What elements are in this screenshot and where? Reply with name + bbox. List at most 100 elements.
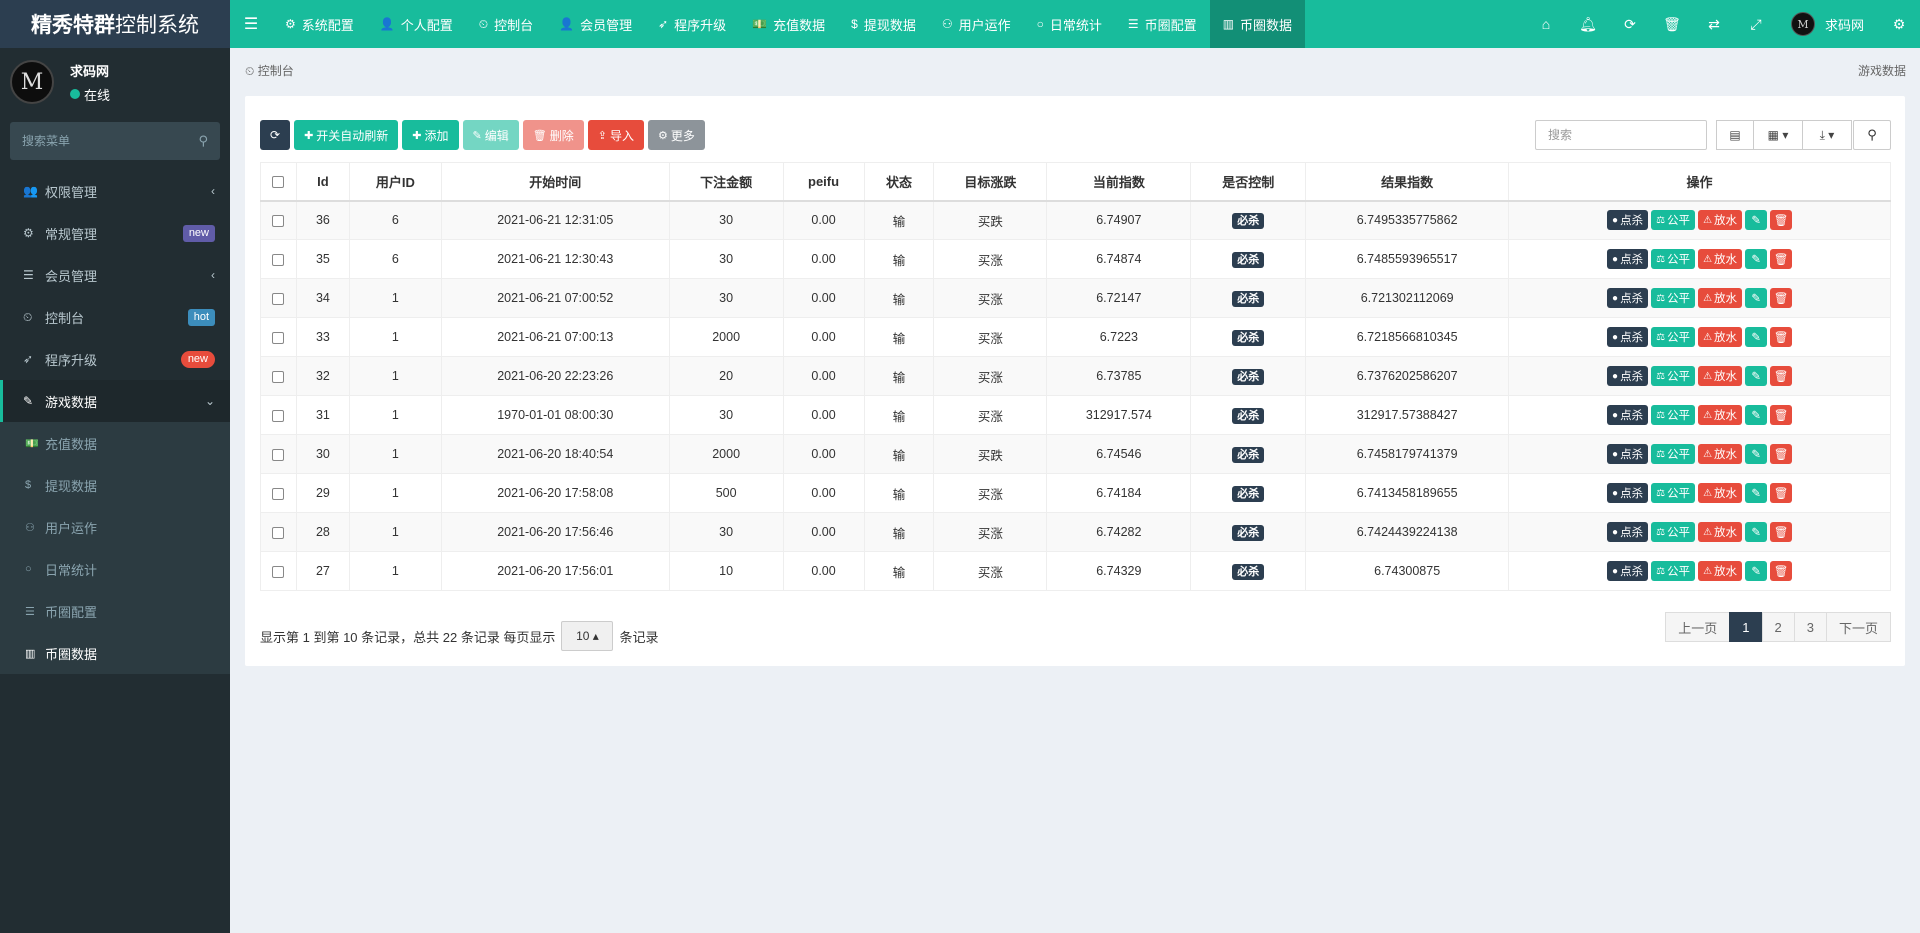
release-button[interactable]: ⚠ 放水	[1698, 249, 1743, 269]
table-row[interactable]: 34 1 2021-06-21 07:00:52 30 0.00 输买涨 6.72147 必杀…	[260, 278, 1891, 318]
row-edit-button[interactable]: ✎	[1745, 444, 1768, 464]
release-button[interactable]: ⚠ 放水	[1698, 288, 1743, 308]
fair-button[interactable]: ⚖ 公平	[1651, 561, 1696, 581]
topnav-item[interactable]: ⏲ 控制台	[466, 0, 546, 48]
table-row[interactable]: 30 1 2021-06-20 18:40:54 2000 0.00 输买跌 6.74546…	[260, 434, 1891, 474]
kill-button[interactable]: ● 点杀	[1607, 288, 1649, 308]
sidebar-subitem[interactable]: $ 提现数据	[0, 464, 230, 506]
sidebar-item[interactable]: ⏲ 控制台 hot	[0, 296, 230, 338]
fullscreen-icon[interactable]: ⤢	[1735, 0, 1777, 48]
release-button[interactable]: ⚠ 放水	[1698, 483, 1743, 503]
toggle-view-icon[interactable]: ▤	[1716, 120, 1754, 150]
row-edit-button[interactable]: ✎	[1745, 210, 1768, 231]
kill-button[interactable]: ● 点杀	[1607, 249, 1649, 269]
language-icon[interactable]: ⇄	[1693, 0, 1735, 48]
row-delete-button[interactable]: 🗑︎	[1770, 405, 1793, 425]
column-header[interactable]: 用户ID	[348, 162, 442, 202]
column-header[interactable]: peifu	[782, 162, 865, 202]
kill-button[interactable]: ● 点杀	[1607, 522, 1649, 542]
breadcrumb-label[interactable]: 控制台	[258, 64, 294, 78]
table-search-input[interactable]	[1535, 120, 1707, 150]
sidebar-search-input[interactable]	[22, 134, 199, 148]
topnav-item[interactable]: ➶ 程序升级	[645, 0, 739, 48]
table-row[interactable]: 27 1 2021-06-20 17:56:01 10 0.00 输买涨 6.74329 必杀…	[260, 551, 1891, 591]
release-button[interactable]: ⚠ 放水	[1698, 444, 1743, 464]
release-button[interactable]: ⚠ 放水	[1698, 327, 1743, 347]
auto-refresh-button[interactable]: ✚ 开关自动刷新	[294, 120, 399, 150]
topnav-item[interactable]: 👤 会员管理	[546, 0, 645, 48]
kill-button[interactable]: ● 点杀	[1607, 444, 1649, 464]
search-icon[interactable]: ⚲	[198, 133, 208, 149]
row-checkbox[interactable]	[272, 331, 285, 344]
row-checkbox[interactable]	[272, 370, 285, 383]
release-button[interactable]: ⚠ 放水	[1698, 210, 1743, 231]
brand-logo[interactable]: 精秀特群 控制系统	[0, 0, 230, 48]
topnav-item[interactable]: ☰ 币圈配置	[1115, 0, 1210, 48]
table-row[interactable]: 29 1 2021-06-20 17:58:08 500 0.00 输买涨 6.74184 必…	[260, 473, 1891, 513]
kill-button[interactable]: ● 点杀	[1607, 405, 1649, 425]
edit-button[interactable]: ✎ 编辑	[462, 120, 519, 150]
release-button[interactable]: ⚠ 放水	[1698, 405, 1743, 425]
delete-button[interactable]: 🗑︎ 删除	[522, 120, 584, 150]
row-checkbox[interactable]	[272, 253, 285, 266]
gears-icon[interactable]: ⚙	[1878, 0, 1920, 48]
fair-button[interactable]: ⚖ 公平	[1651, 522, 1696, 542]
sidebar-subitem[interactable]: ▥ 币圈数据	[0, 632, 230, 674]
row-delete-button[interactable]: 🗑︎	[1770, 327, 1793, 347]
kill-button[interactable]: ● 点杀	[1607, 327, 1649, 347]
topnav-item[interactable]: ▥ 币圈数据	[1209, 0, 1306, 48]
sidebar-item[interactable]: 👥 权限管理 ‹	[0, 170, 230, 212]
kill-button[interactable]: ● 点杀	[1607, 210, 1649, 231]
release-button[interactable]: ⚠ 放水	[1698, 366, 1743, 386]
topnav-item[interactable]: $ 提现数据	[838, 0, 929, 48]
row-checkbox[interactable]	[272, 292, 285, 305]
row-delete-button[interactable]: 🗑︎	[1770, 444, 1793, 464]
page-number-button[interactable]: 2	[1761, 612, 1795, 642]
row-delete-button[interactable]: 🗑︎	[1770, 366, 1793, 386]
fair-button[interactable]: ⚖ 公平	[1651, 483, 1696, 503]
refresh-icon[interactable]: ⟳	[1609, 0, 1651, 48]
row-edit-button[interactable]: ✎	[1745, 405, 1768, 425]
row-edit-button[interactable]: ✎	[1745, 366, 1768, 386]
advanced-search-icon[interactable]: ⚲	[1853, 120, 1891, 150]
topnav-item[interactable]: ⚙ 系统配置	[272, 0, 367, 48]
row-checkbox[interactable]	[272, 565, 285, 578]
topnav-item[interactable]: 👤 个人配置	[367, 0, 466, 48]
sidebar-subitem[interactable]: 💵 充值数据	[0, 422, 230, 464]
row-delete-button[interactable]: 🗑︎	[1770, 561, 1793, 581]
next-page-button[interactable]: 下一页	[1825, 612, 1891, 642]
sidebar-subitem[interactable]: ○ 日常统计	[0, 548, 230, 590]
kill-button[interactable]: ● 点杀	[1607, 483, 1649, 503]
column-header[interactable]: 下注金额	[668, 162, 784, 202]
page-size-select[interactable]: 10 ▴	[561, 621, 614, 651]
row-edit-button[interactable]: ✎	[1745, 249, 1768, 269]
row-checkbox[interactable]	[272, 448, 285, 461]
release-button[interactable]: ⚠ 放水	[1698, 561, 1743, 581]
sidebar-item[interactable]: ⚙ 常规管理 new	[0, 212, 230, 254]
sidebar-subitem[interactable]: ☰ 币圈配置	[0, 590, 230, 632]
more-button[interactable]: ⚙ 更多	[647, 120, 705, 150]
column-header[interactable]: 操作	[1508, 162, 1891, 202]
select-all-checkbox[interactable]	[272, 176, 285, 189]
export-dropdown-icon[interactable]: ⤓ ▾	[1802, 120, 1852, 150]
sidebar-item[interactable]: ☰ 会员管理 ‹	[0, 254, 230, 296]
row-edit-button[interactable]: ✎	[1745, 327, 1768, 347]
row-delete-button[interactable]: 🗑︎	[1770, 483, 1793, 503]
kill-button[interactable]: ● 点杀	[1607, 366, 1649, 386]
kill-button[interactable]: ● 点杀	[1607, 561, 1649, 581]
add-button[interactable]: ✚ 添加	[402, 120, 459, 150]
column-header[interactable]: 结果指数	[1305, 162, 1510, 202]
fair-button[interactable]: ⚖ 公平	[1651, 327, 1696, 347]
top-user-menu[interactable]: M 求码网	[1777, 0, 1878, 48]
topnav-item[interactable]: ○ 日常统计	[1024, 0, 1115, 48]
column-header[interactable]: Id	[295, 162, 350, 202]
column-header[interactable]: 状态	[863, 162, 935, 202]
row-edit-button[interactable]: ✎	[1745, 288, 1768, 308]
page-number-button[interactable]: 1	[1729, 612, 1763, 642]
topnav-item[interactable]: ⚇ 用户运作	[929, 0, 1024, 48]
fair-button[interactable]: ⚖ 公平	[1651, 444, 1696, 464]
row-delete-button[interactable]: 🗑︎	[1770, 522, 1793, 542]
row-checkbox[interactable]	[272, 409, 285, 422]
page-number-button[interactable]: 3	[1793, 612, 1827, 642]
row-edit-button[interactable]: ✎	[1745, 483, 1768, 503]
